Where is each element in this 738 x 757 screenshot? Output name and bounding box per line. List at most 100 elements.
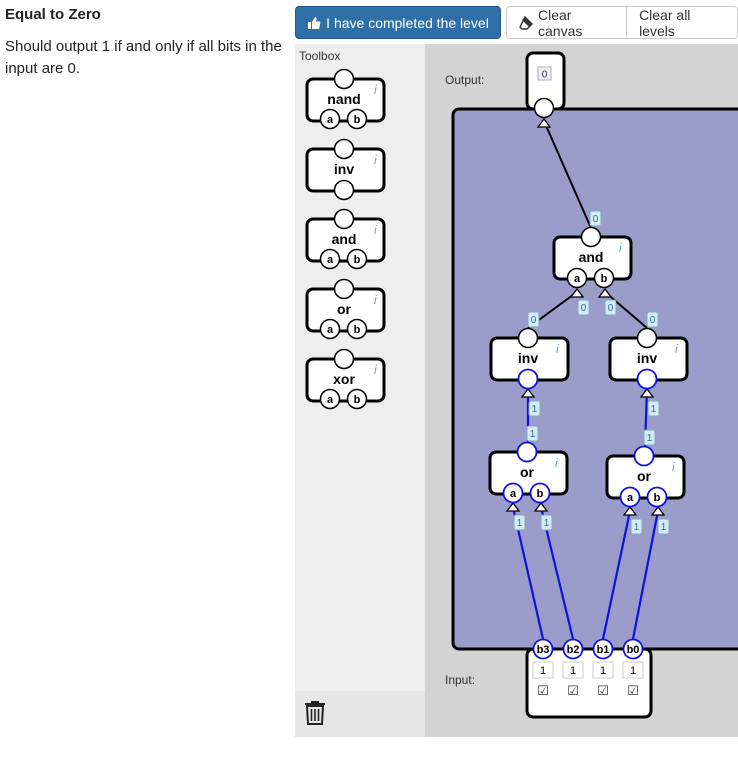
wire-value: 1 [530,429,536,440]
input-port[interactable] [517,368,539,390]
output-port[interactable] [636,327,658,349]
toolbox-gate-inv[interactable]: inv i [305,138,386,201]
complete-level-label: I have completed the level [326,14,489,31]
bit-value: 1 [600,665,606,677]
port-label-b: b [354,324,361,336]
clear-canvas-button[interactable]: Clear canvas [506,6,628,39]
wire-value: 0 [531,315,537,326]
port-label-b: b [601,273,608,285]
gate-label: and [579,249,604,265]
info-icon[interactable]: i [374,223,377,237]
wire-value-badge: 1 [513,514,526,531]
clear-canvas-label: Clear canvas [538,6,583,39]
gate-and[interactable]: and i a b [552,226,633,289]
info-icon[interactable]: i [619,241,622,255]
bit-label: b1 [597,644,610,656]
gate-or-left[interactable]: or i a b [488,441,569,504]
toolbox-gate-and[interactable]: and i a b [305,208,386,270]
thumbs-up-icon [307,16,321,30]
wire-value-badge: 1 [540,514,553,531]
output-port[interactable] [580,226,602,248]
info-icon[interactable]: i [374,153,377,167]
trash-icon[interactable] [304,699,326,730]
gate-label: inv [637,350,657,366]
wire-value-badge: 0 [577,299,590,316]
port-label-a: a [327,324,334,336]
wire-value-badge: 1 [528,400,541,417]
info-icon[interactable]: i [374,83,377,97]
input-port[interactable] [333,179,355,201]
port-label-b: b [354,114,361,126]
bit-checkbox[interactable]: ☑ [627,683,639,698]
wire-value: 1 [661,522,667,533]
port-label-a: a [510,488,517,500]
toolbox-gates: nand i a b inv i and i a b or i a b xor … [305,68,386,410]
wire-value-badge: 1 [657,518,670,535]
gate-inv-left[interactable]: inv i [489,327,570,390]
port-label-b: b [537,488,544,500]
wire-value-badge: 1 [647,400,660,417]
toolbox-gate-nand[interactable]: nand i a b [305,68,386,130]
info-icon[interactable]: i [374,293,377,307]
bit-value: 1 [540,665,546,677]
input-port[interactable] [636,368,658,390]
output-port[interactable] [517,327,539,349]
output-port[interactable] [333,348,355,370]
clear-levels-button[interactable]: Clear all levels [627,6,738,39]
wire-value: 0 [608,303,614,314]
wire-value-badge: 0 [589,210,602,227]
canvas-button-group: Clear canvas Clear all levels [506,6,738,39]
port-label-a: a [627,492,634,504]
info-icon[interactable]: i [556,342,559,356]
output-port[interactable] [333,138,355,160]
level-title: Equal to Zero [5,6,101,23]
gate-label: and [332,231,357,247]
output-value: 0 [542,70,548,81]
info-icon[interactable]: i [374,363,377,377]
port-label-b: b [354,394,361,406]
trash-drop-zone[interactable] [295,691,425,737]
info-icon[interactable]: i [555,456,558,470]
bit-checkbox[interactable]: ☑ [567,683,579,698]
toolbox-gate-or[interactable]: or i a b [305,278,386,340]
port-label-a: a [574,273,581,285]
wire-value: 0 [650,315,656,326]
bit-checkbox[interactable]: ☑ [537,683,549,698]
wire-value: 0 [581,303,587,314]
wire-value-badge: 0 [604,299,617,316]
bit-checkbox[interactable]: ☑ [597,683,609,698]
output-port[interactable] [333,68,355,90]
gate-label: inv [334,161,354,177]
output-port[interactable] [333,208,355,230]
info-icon[interactable]: i [672,460,675,474]
port-label-a: a [327,254,334,266]
gate-label: or [337,301,352,317]
wire-value-badge: 1 [643,429,656,446]
output-port[interactable] [533,97,555,119]
output-port[interactable] [516,441,538,463]
complete-level-button[interactable]: I have completed the level [295,6,501,39]
port-label-a: a [327,394,334,406]
output-port[interactable] [633,445,655,467]
gate-label: or [637,468,652,484]
wire-value-badge: 0 [646,311,659,328]
output-port[interactable] [333,278,355,300]
gate-inv-right[interactable]: inv i [608,327,689,390]
circuit-svg: Output: Input: 0 0 0 0 0 0 1 1 1 1 1 1 1… [445,51,738,719]
port-label-b: b [354,254,361,266]
output-node: 0 [525,51,566,119]
port-label-a: a [327,114,334,126]
bit-value: 1 [570,665,576,677]
level-description: Should output 1 if and only if all bits … [5,38,282,77]
gate-or-right[interactable]: or i a b [605,445,686,508]
port-label-b: b [654,492,661,504]
gate-label: xor [333,371,355,387]
wire-value: 1 [651,404,657,415]
info-icon[interactable]: i [675,342,678,356]
bit-label: b3 [537,644,550,656]
wire-value: 1 [544,518,550,529]
circuit-canvas[interactable]: Output: Input: 0 0 0 0 0 0 1 1 1 1 1 1 1… [425,44,738,737]
clear-levels-label: Clear all levels [639,6,691,39]
gate-label: or [520,464,535,480]
toolbox-gate-xor[interactable]: xor i a b [305,348,386,410]
